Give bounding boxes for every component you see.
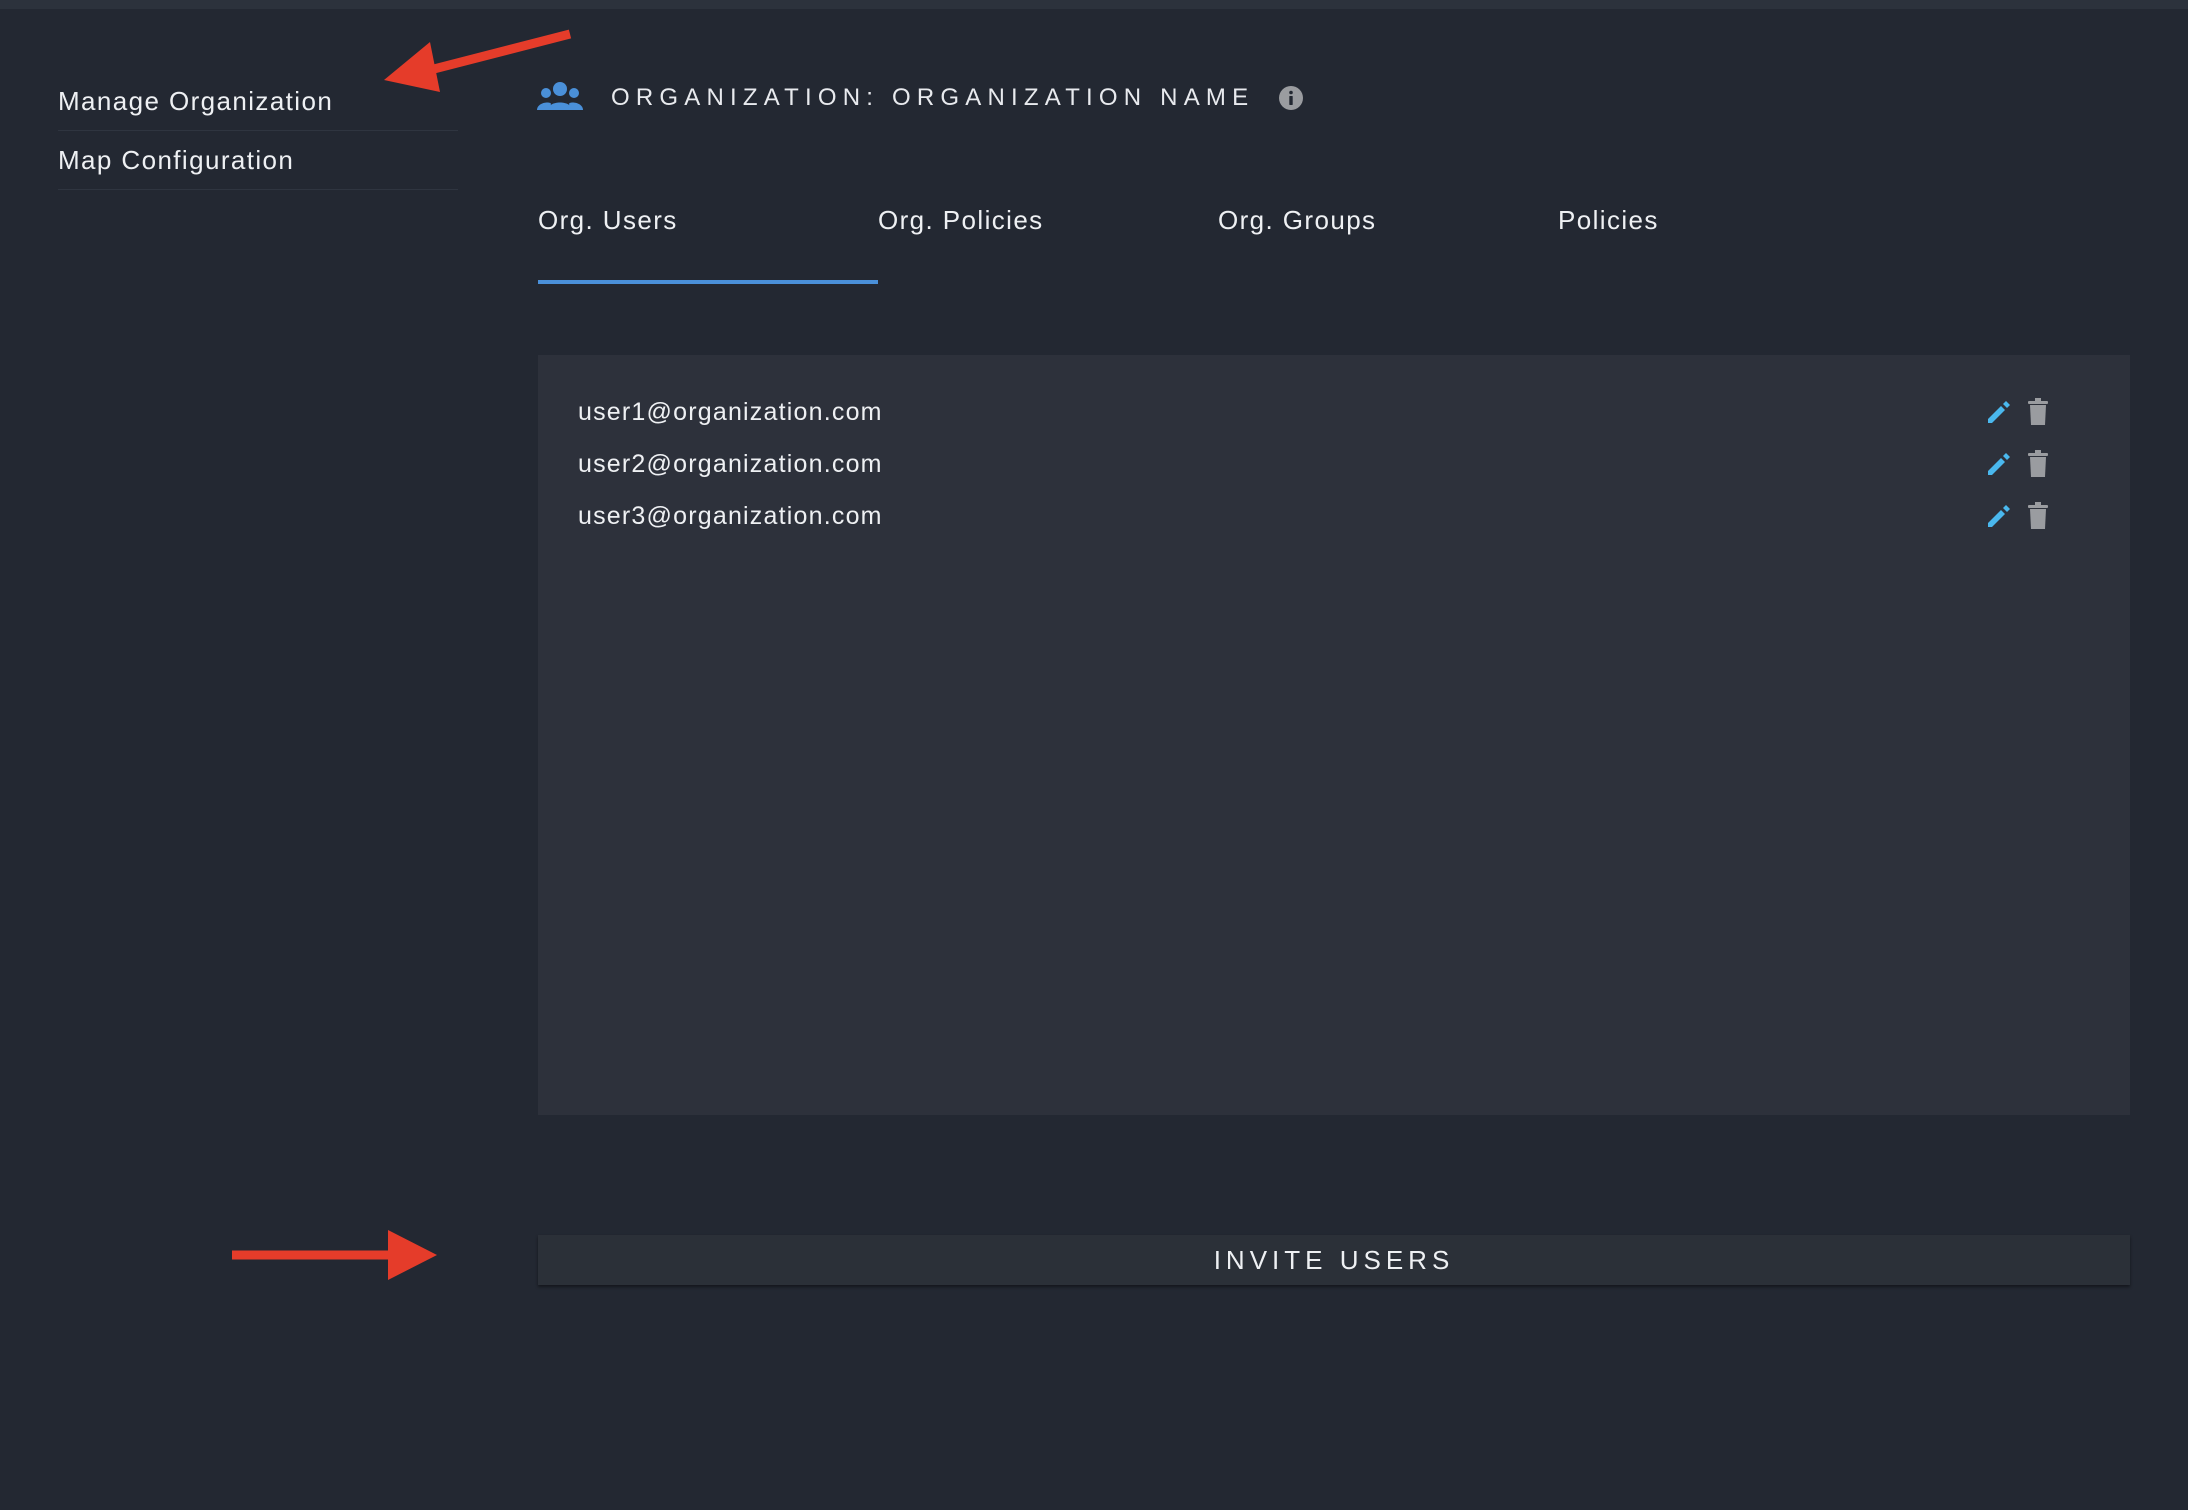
page-header: ORGANIZATION: ORGANIZATION NAME xyxy=(537,78,1304,118)
tab-bar: Org. Users Org. Policies Org. Groups Pol… xyxy=(538,205,1898,284)
sidebar-item-label: Manage Organization xyxy=(58,85,334,116)
annotation-arrow-invite xyxy=(232,1230,437,1280)
tab-org-policies[interactable]: Org. Policies xyxy=(878,205,1218,281)
sidebar-item-label: Map Configuration xyxy=(58,144,295,175)
sidebar: Manage Organization Map Configuration xyxy=(58,72,458,190)
user-email: user2@organization.com xyxy=(578,449,883,478)
tab-policies[interactable]: Policies xyxy=(1558,205,1898,281)
tab-org-groups[interactable]: Org. Groups xyxy=(1218,205,1558,281)
sidebar-item-manage-organization[interactable]: Manage Organization xyxy=(58,72,458,131)
tab-label: Policies xyxy=(1558,205,1659,235)
user-email: user1@organization.com xyxy=(578,397,883,426)
edit-icon[interactable] xyxy=(1984,397,2012,427)
row-actions xyxy=(1984,449,2052,479)
info-icon[interactable] xyxy=(1278,85,1304,111)
sidebar-item-map-configuration[interactable]: Map Configuration xyxy=(58,131,458,190)
tab-label: Org. Policies xyxy=(878,205,1044,235)
row-actions xyxy=(1984,397,2052,427)
row-actions xyxy=(1984,501,2052,531)
user-email: user3@organization.com xyxy=(578,501,883,530)
tab-label: Org. Users xyxy=(538,205,678,235)
tab-label: Org. Groups xyxy=(1218,205,1377,235)
page-title: ORGANIZATION: ORGANIZATION NAME xyxy=(611,84,1255,111)
edit-icon[interactable] xyxy=(1984,501,2012,531)
invite-users-button[interactable]: INVITE USERS xyxy=(538,1235,2130,1285)
group-icon xyxy=(537,78,583,118)
users-list: user1@organization.com user2@organizatio… xyxy=(538,355,2130,1115)
list-item: user3@organization.com xyxy=(578,494,2098,538)
trash-icon[interactable] xyxy=(2024,397,2052,427)
list-item: user2@organization.com xyxy=(578,442,2098,486)
trash-icon[interactable] xyxy=(2024,501,2052,531)
tab-org-users[interactable]: Org. Users xyxy=(538,205,878,284)
edit-icon[interactable] xyxy=(1984,449,2012,479)
trash-icon[interactable] xyxy=(2024,449,2052,479)
top-bar xyxy=(0,0,2188,9)
list-item: user1@organization.com xyxy=(578,390,2098,434)
